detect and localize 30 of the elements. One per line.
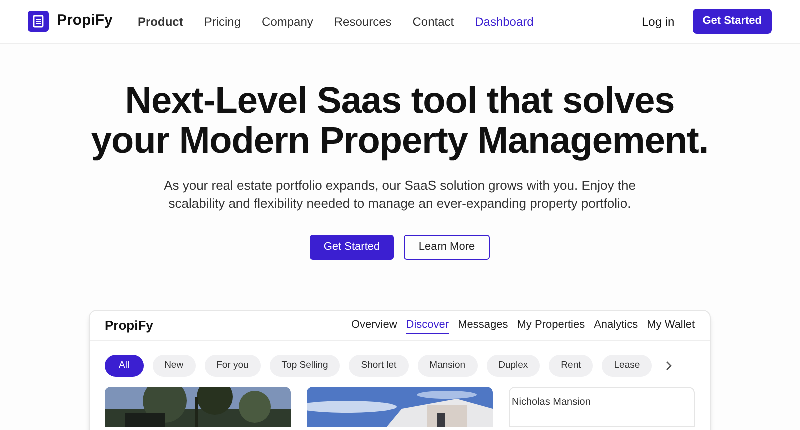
filter-chip[interactable]: Duplex [486, 355, 540, 377]
filter-chip[interactable]: For you [204, 355, 261, 377]
filter-chip[interactable]: Top Selling [270, 355, 340, 377]
get-started-button[interactable]: Get Started [310, 235, 394, 260]
dashboard-tab[interactable]: Messages [458, 316, 508, 334]
filter-chip[interactable]: All [105, 355, 144, 377]
filter-chip[interactable]: Lease [602, 355, 652, 377]
nav-link[interactable]: Contact [412, 12, 454, 30]
dashboard-tab[interactable]: Analytics [594, 316, 638, 334]
login-link[interactable]: Log in [642, 12, 675, 30]
filter-chip[interactable]: Mansion [418, 355, 478, 377]
dashboard-tab[interactable]: Overview [351, 316, 398, 334]
get-started-button[interactable]: Get Started [692, 9, 772, 34]
filter-chip[interactable]: Rent [549, 355, 594, 377]
dashboard-tab[interactable]: My Properties [517, 316, 586, 334]
hero-subtitle: As your real estate portfolio expands, our SaaS solution grows with you. Enjoy the scalability and flexibility needed to manage an ever-expanding property portfolio. [163, 177, 637, 213]
filter-chip[interactable]: New [152, 355, 196, 377]
learn-more-button[interactable]: Learn More [404, 235, 490, 260]
dashboard-brand: PropiFy [105, 316, 154, 335]
nav-link[interactable]: Product [138, 12, 184, 30]
image-alt-text: Nicholas Mansion [512, 397, 591, 408]
nav-link[interactable]: Company [262, 12, 314, 30]
hero-title: Next-Level Saas tool that solves your Modern Property Management. [91, 81, 709, 161]
nav-link[interactable]: Pricing [204, 12, 242, 30]
dashboard-tab[interactable]: My Wallet [647, 316, 695, 334]
nav-link[interactable]: Resources [334, 12, 392, 30]
brand-name: PropiFy [57, 11, 113, 32]
filter-chip[interactable]: Short let [349, 355, 409, 377]
nav-link[interactable]: Dashboard [475, 12, 534, 30]
dashboard-tab[interactable]: Discover [406, 316, 450, 334]
